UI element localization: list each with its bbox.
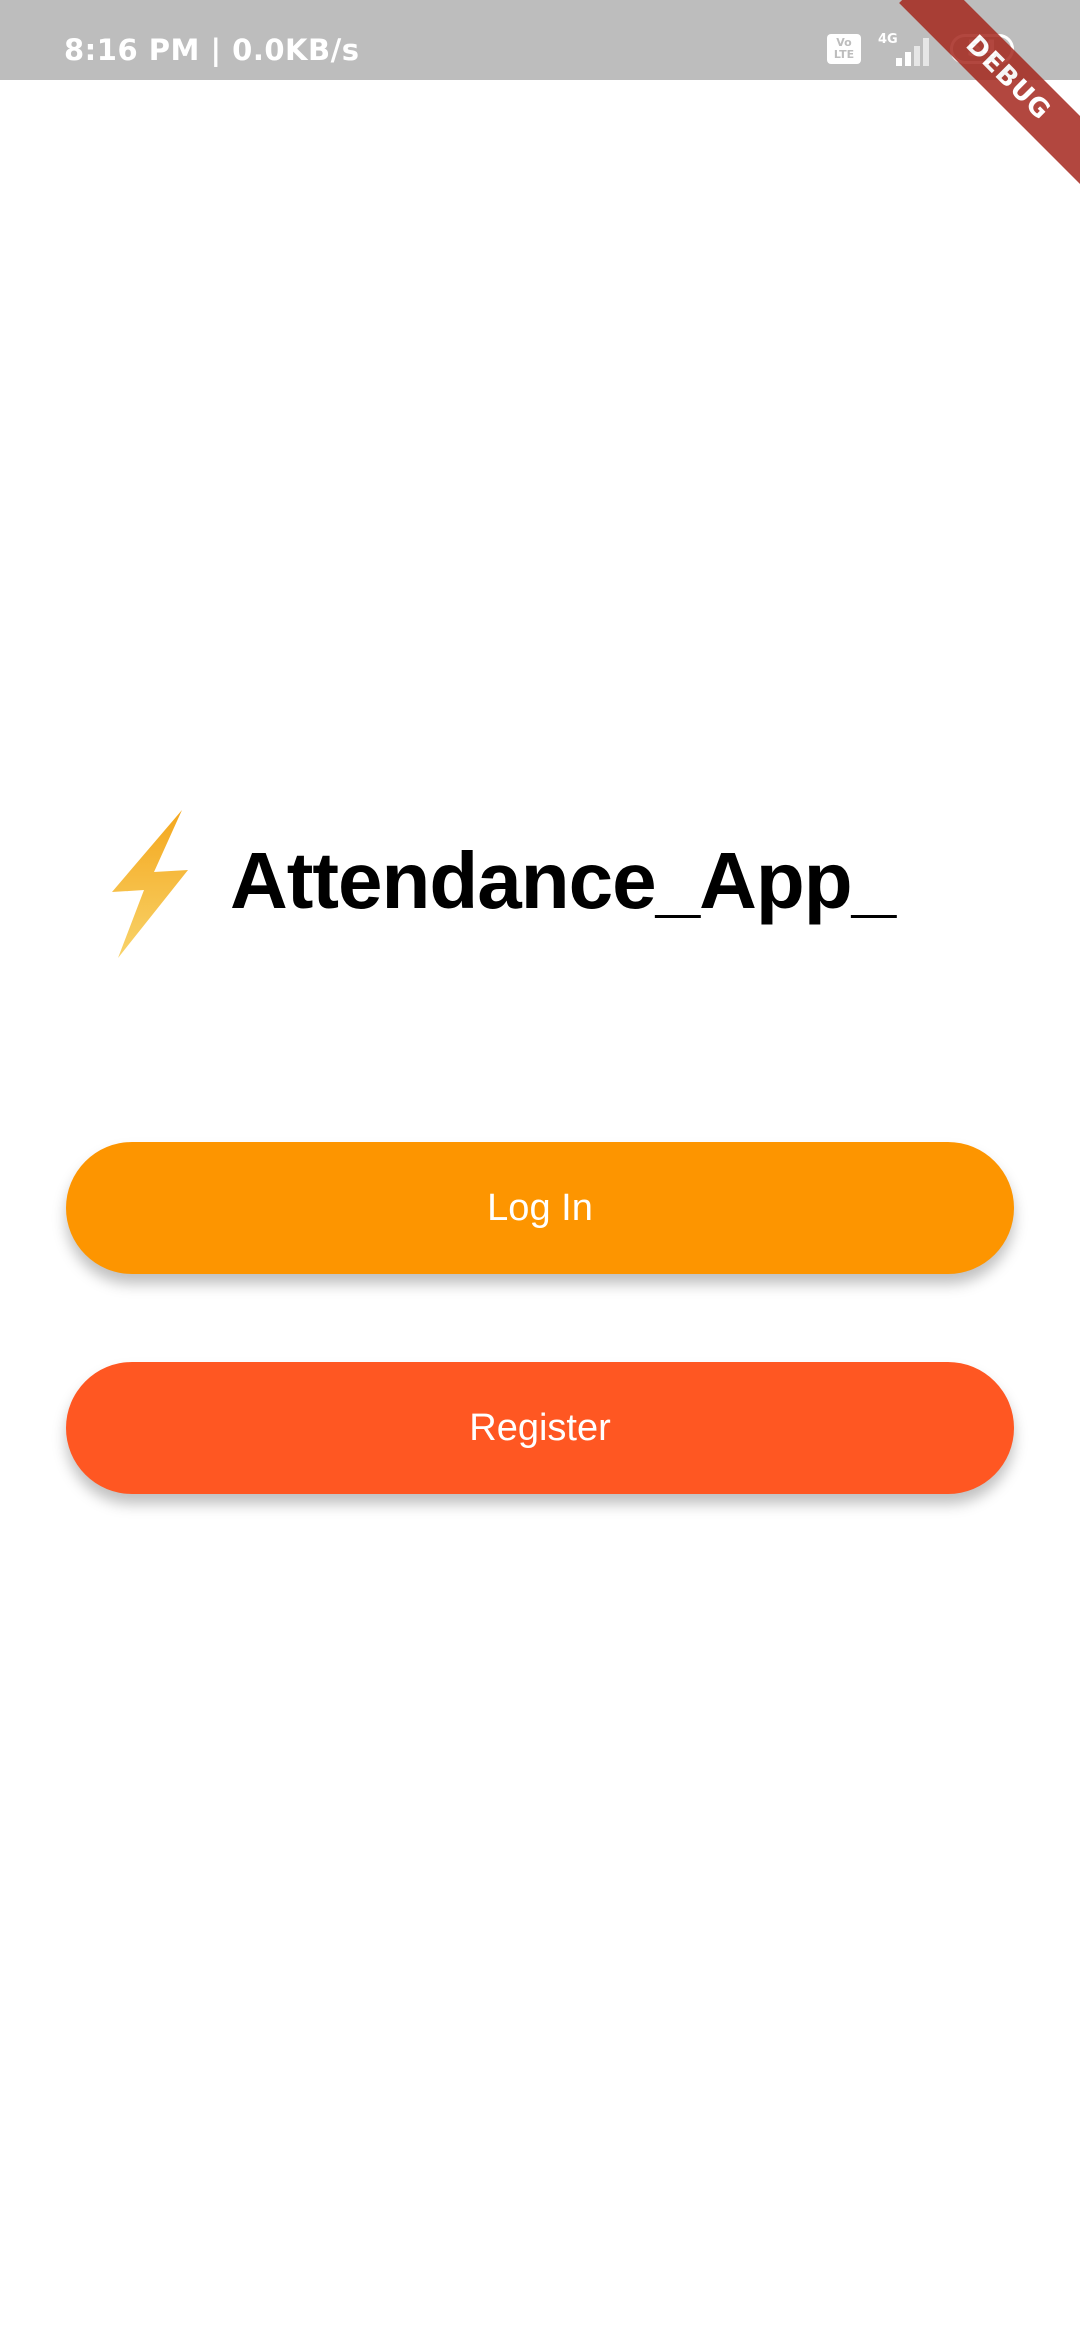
volte-label-bottom: LTE: [833, 48, 855, 61]
status-time: 8:16 PM: [64, 33, 200, 67]
screen: 8:16 PM | 0.0KB/s Vo LTE 4G 54 DEBUG: [0, 0, 1080, 2340]
lightning-bolt-icon: [112, 810, 188, 958]
volte-icon: Vo LTE: [827, 34, 861, 64]
status-left: 8:16 PM | 0.0KB/s: [64, 0, 359, 80]
signal-bars-icon: [896, 38, 929, 66]
register-button[interactable]: Register: [66, 1362, 1014, 1494]
app-header: Attendance_App_: [110, 810, 1010, 960]
app-title: Attendance_App_: [230, 836, 896, 925]
status-separator: |: [210, 33, 222, 67]
status-data-rate: 0.0KB/s: [232, 33, 360, 67]
login-button[interactable]: Log In: [66, 1142, 1014, 1274]
cellular-signal-icon: 4G: [878, 32, 934, 66]
